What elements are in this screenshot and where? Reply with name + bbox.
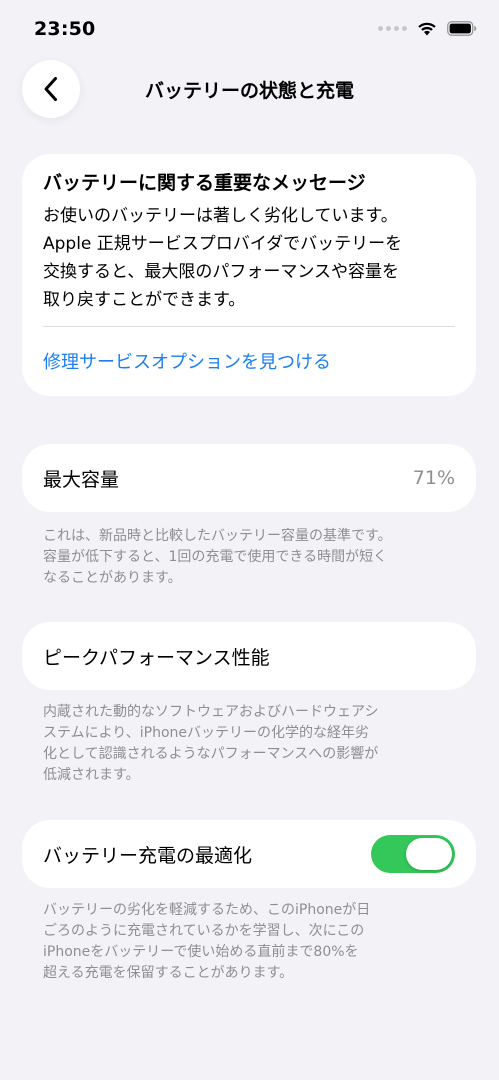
status-time: 23:50 [34,18,96,40]
find-repair-options-link[interactable]: 修理サービスオプションを見つける [43,350,455,376]
signal-icon [378,26,407,31]
peak-performance-row: ピークパフォーマンス性能 [22,622,476,690]
toggle-knob [406,838,452,870]
optimized-charging-label: バッテリー充電の最適化 [43,844,253,867]
max-capacity-value: 71% [412,467,455,489]
battery-icon [447,21,477,36]
max-capacity-footnote: これは、新品時と比較したバッテリー容量の基準です。 容量が低下すると、1回の充電… [43,528,392,586]
optimized-charging-row: バッテリー充電の最適化 [22,820,476,888]
wifi-icon [418,22,436,36]
peak-performance-footnote: 内蔵された動的なソフトウェアおよびハードウェアシ ステムにより、iPhoneバッ… [43,704,379,783]
message-body: お使いのバッテリーは著しく劣化しています。 Apple 正規サービスプロバイダで… [43,206,403,310]
status-icons [378,21,477,36]
max-capacity-label: 最大容量 [43,468,120,491]
max-capacity-row: 最大容量 71% [22,444,476,512]
optimized-charging-footnote: バッテリーの劣化を軽減するため、このiPhoneが日 ごろのように充電されている… [43,902,371,981]
message-title: バッテリーに関する重要なメッセージ [43,172,366,194]
battery-message-card: バッテリーに関する重要なメッセージ お使いのバッテリーは著しく劣化しています。 … [22,154,476,396]
message-divider [43,326,455,327]
optimized-charging-toggle[interactable] [371,835,455,873]
navigation-bar: バッテリーの状態と充電 [0,58,499,122]
page-title: バッテリーの状態と充電 [144,80,354,102]
status-bar: 23:50 [0,0,499,56]
peak-performance-label: ピークパフォーマンス性能 [43,646,270,669]
